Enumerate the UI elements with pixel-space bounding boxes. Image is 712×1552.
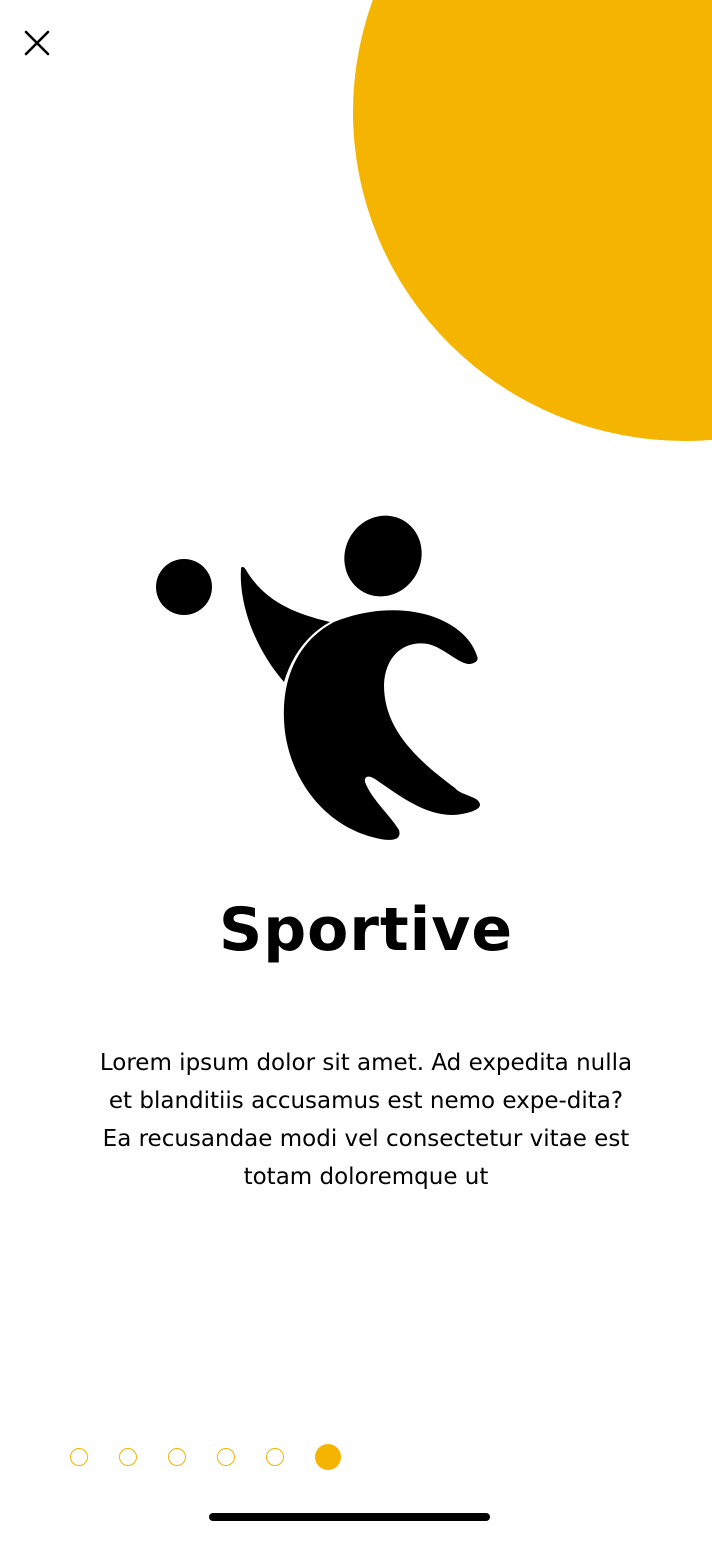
onboarding-screen: Sportive Lorem ipsum dolor sit amet. Ad … xyxy=(0,0,712,1552)
onboarding-description: Lorem ipsum dolor sit amet. Ad expedita … xyxy=(99,1050,633,1190)
decorative-yellow-circle xyxy=(353,0,712,441)
close-button[interactable] xyxy=(14,20,60,66)
athlete-with-ball-logo-icon xyxy=(156,515,480,840)
app-title: Sportive xyxy=(218,895,514,965)
home-indicator[interactable] xyxy=(209,1513,490,1521)
page-dot-5[interactable] xyxy=(266,1448,284,1466)
close-icon xyxy=(24,30,50,56)
page-dot-2[interactable] xyxy=(119,1448,137,1466)
page-dot-3[interactable] xyxy=(168,1448,186,1466)
page-dot-4[interactable] xyxy=(217,1448,235,1466)
page-dot-6-active[interactable] xyxy=(315,1444,341,1470)
page-indicator xyxy=(70,1442,341,1472)
page-dot-1[interactable] xyxy=(70,1448,88,1466)
